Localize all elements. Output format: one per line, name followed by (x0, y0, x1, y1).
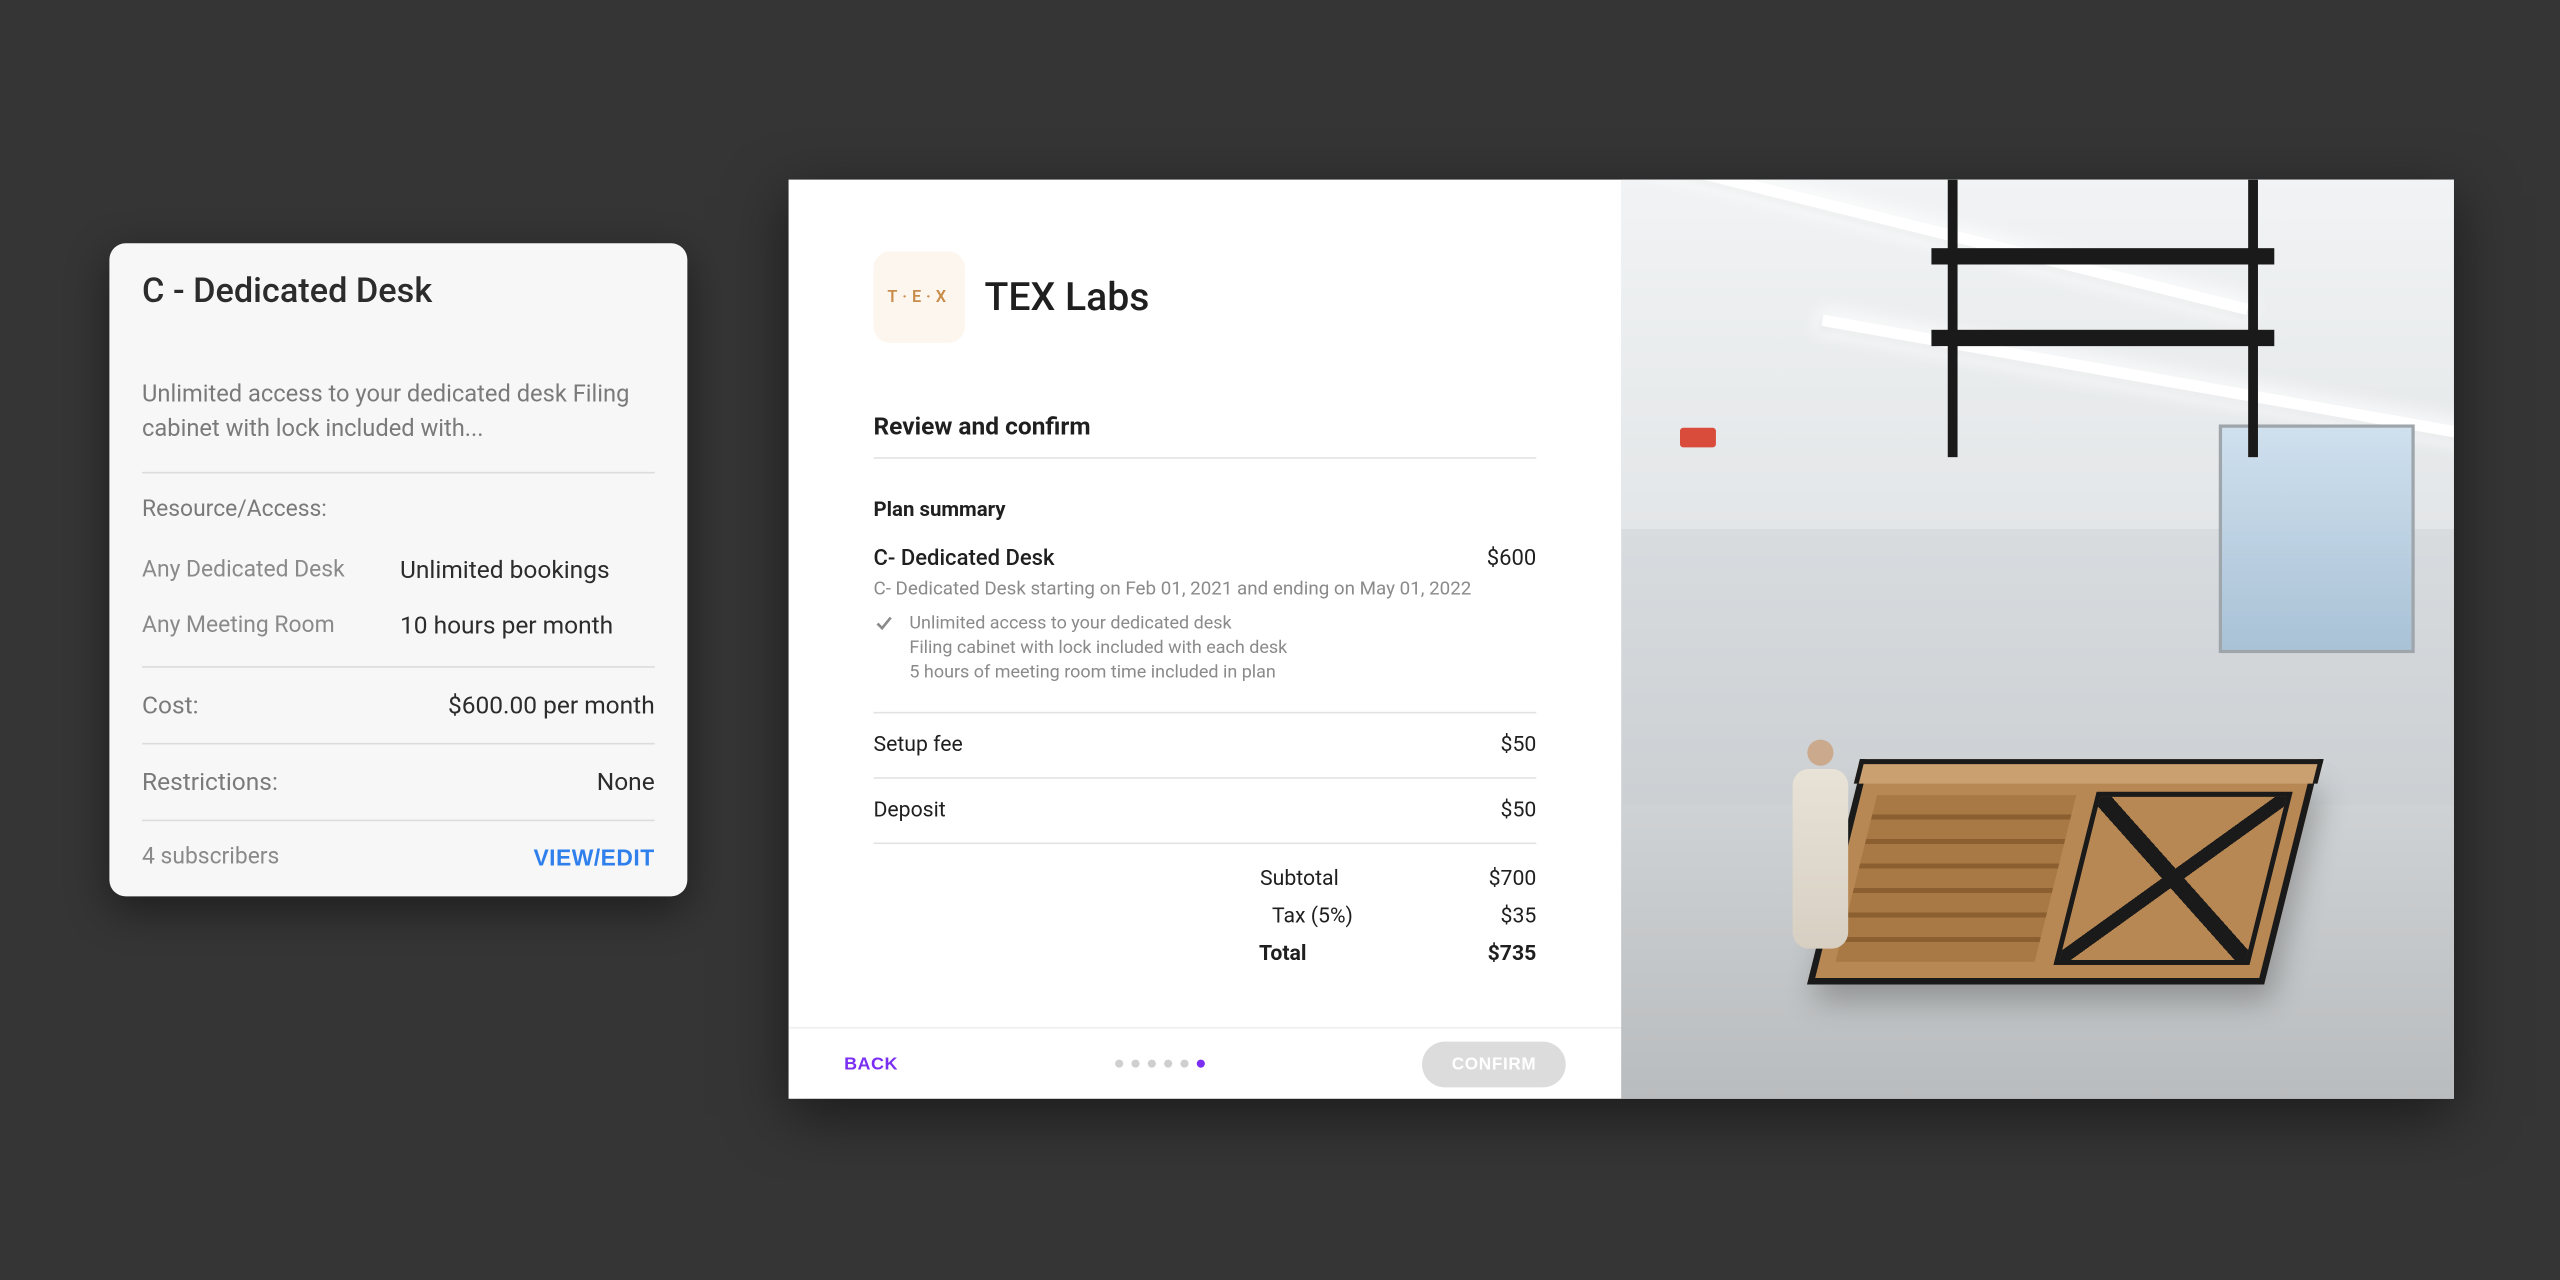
total-label: Total (1259, 941, 1373, 965)
cost-row: Cost: $600.00 per month (142, 666, 655, 743)
cost-value: $600.00 per month (448, 691, 655, 720)
checkout-panel: T·E·X TEX Labs Review and confirm Plan s… (789, 180, 2454, 1099)
total-label: Subtotal (1260, 866, 1374, 890)
divider (142, 472, 655, 474)
review-and-confirm-heading: Review and confirm (873, 411, 1536, 458)
restrictions-value: None (597, 767, 655, 796)
view-edit-button[interactable]: VIEW/EDIT (533, 844, 654, 870)
plan-title: C - Dedicated Desk (142, 273, 655, 312)
plan-line-name: C- Dedicated Desk (873, 545, 1054, 571)
feature-item: 5 hours of meeting room time included in… (909, 661, 1287, 685)
access-name: Any Dedicated Desk (142, 557, 371, 583)
workspace-photo (1621, 180, 2454, 1099)
line-value: $50 (1501, 732, 1537, 756)
feature-item: Unlimited access to your dedicated desk (909, 612, 1287, 636)
setup-fee-row: Setup fee $50 (873, 711, 1536, 776)
access-name: Any Meeting Room (142, 612, 371, 638)
line-label: Setup fee (873, 732, 962, 756)
confirm-button[interactable]: CONFIRM (1422, 1041, 1565, 1087)
total-label: Tax (5%) (1272, 904, 1386, 928)
restrictions-label: Restrictions: (142, 767, 278, 796)
deposit-row: Deposit $50 (873, 776, 1536, 841)
plan-description: Unlimited access to your dedicated desk … (142, 377, 655, 446)
plan-line: C- Dedicated Desk $600 (873, 545, 1536, 571)
restrictions-row: Restrictions: None (142, 743, 655, 820)
line-label: Deposit (873, 798, 945, 822)
total-value: $35 (1501, 904, 1537, 928)
plan-summary-heading: Plan summary (873, 498, 1536, 522)
step-dot[interactable] (1132, 1060, 1140, 1068)
access-value: 10 hours per month (400, 611, 613, 640)
access-row: Any Dedicated Desk Unlimited bookings (142, 555, 655, 584)
total-value: $735 (1488, 941, 1537, 965)
step-dot[interactable] (1181, 1060, 1189, 1068)
plan-period: C- Dedicated Desk starting on Feb 01, 20… (873, 576, 1536, 599)
step-dot[interactable] (1197, 1060, 1205, 1068)
access-value: Unlimited bookings (400, 555, 610, 584)
tax-row: Tax (5%) $35 (873, 897, 1536, 935)
plan-card: C - Dedicated Desk Unlimited access to y… (109, 243, 687, 896)
plan-line-price: $600 (1487, 545, 1537, 571)
access-row: Any Meeting Room 10 hours per month (142, 611, 655, 640)
check-icon (873, 612, 896, 685)
step-dot[interactable] (1164, 1060, 1172, 1068)
line-value: $50 (1501, 798, 1537, 822)
step-dots (1115, 1060, 1205, 1068)
resource-access-label: Resource/Access: (142, 496, 655, 522)
subscribers-count: 4 subscribers (142, 844, 279, 870)
grand-total-row: Total $735 (873, 935, 1536, 973)
feature-item: Filing cabinet with lock included with e… (909, 636, 1287, 660)
total-value: $700 (1489, 866, 1537, 890)
step-dot[interactable] (1115, 1060, 1123, 1068)
plan-features: Unlimited access to your dedicated desk … (873, 612, 1536, 685)
back-button[interactable]: BACK (844, 1054, 898, 1074)
brand-name: TEX Labs (984, 274, 1149, 320)
subtotal-row: Subtotal $700 (873, 860, 1536, 898)
checkout-footer: BACK CONFIRM (789, 1027, 1622, 1099)
step-dot[interactable] (1148, 1060, 1156, 1068)
cost-label: Cost: (142, 691, 199, 720)
totals-block: Subtotal $700 Tax (5%) $35 Total $735 (873, 842, 1536, 973)
brand-logo: T·E·X (873, 251, 964, 342)
